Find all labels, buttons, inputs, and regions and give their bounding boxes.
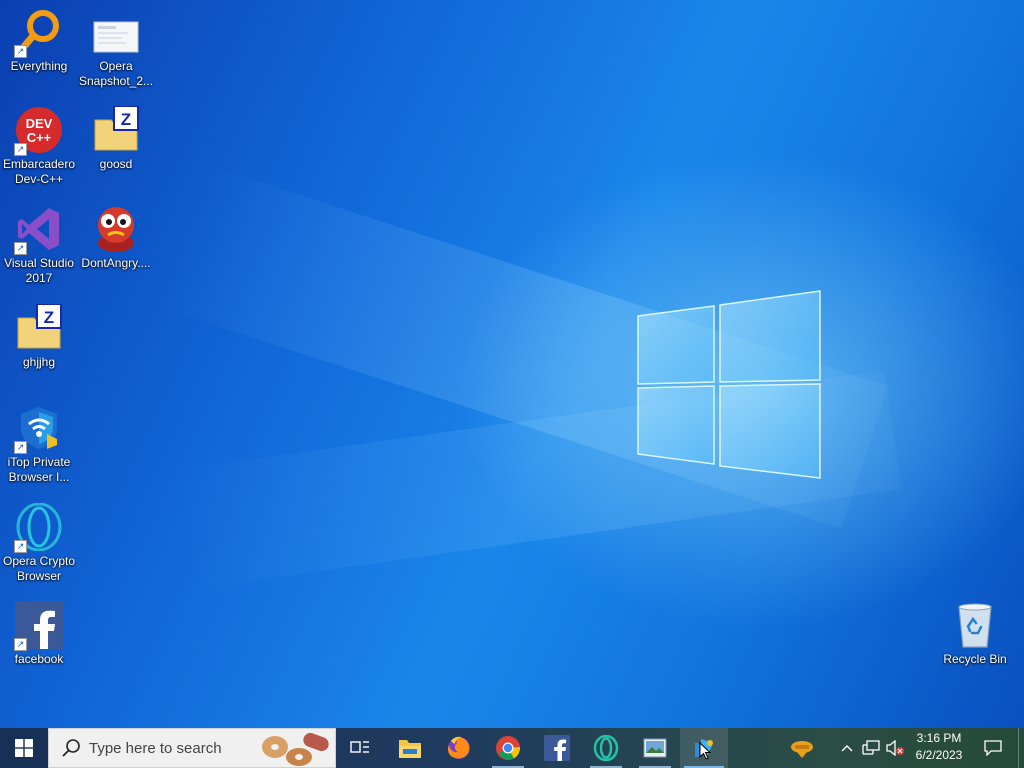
network-button[interactable] xyxy=(860,728,882,768)
shortcut-arrow-icon: ↗ xyxy=(14,540,27,553)
volume-button[interactable] xyxy=(884,728,906,768)
shortcut-arrow-icon: ↗ xyxy=(14,638,27,651)
desktop-icon-visual-studio[interactable]: ↗ Visual Studio 2017 xyxy=(0,205,78,286)
windows-start-icon xyxy=(15,739,33,757)
desktop-icon-label: iTop Private Browser I... xyxy=(7,455,71,484)
windows-logo-wallpaper xyxy=(637,290,821,479)
clock[interactable]: 3:16 PM 6/2/2023 xyxy=(906,730,972,764)
desktop-icon-goosd[interactable]: Z goosd xyxy=(77,105,155,172)
svg-text:C++: C++ xyxy=(27,130,52,145)
svg-text:Z: Z xyxy=(44,308,54,327)
taskbar: 3:16 PM 6/2/2023 xyxy=(0,728,1024,768)
recycle-bin-icon xyxy=(958,603,992,648)
desktop-icon-label: facebook xyxy=(14,652,64,666)
task-view-icon xyxy=(350,741,369,753)
show-hidden-icons-button[interactable] xyxy=(836,728,858,768)
desktop-icon-recycle-bin[interactable]: Recycle Bin xyxy=(936,601,1014,667)
start-button[interactable] xyxy=(0,728,48,768)
desktop-icon-facebook[interactable]: ↗ facebook xyxy=(0,601,78,667)
photo-viewer-icon xyxy=(643,738,667,758)
tray-app-icon[interactable] xyxy=(786,728,818,768)
desktop-icon-label: Embarcadero Dev-C++ xyxy=(2,157,76,186)
chevron-up-icon xyxy=(841,745,853,752)
donut-search-highlight-icon xyxy=(262,732,329,766)
search-box[interactable] xyxy=(48,728,336,768)
taskbar-firefox[interactable] xyxy=(435,728,483,768)
svg-text:Z: Z xyxy=(121,110,131,129)
desktop-icon-ghjjhg[interactable]: Z ghjjhg xyxy=(0,303,78,370)
desktop[interactable]: ↗ Everything Opera Snapshot_2... DEV C++… xyxy=(0,0,1024,728)
desktop-icon-label: Recycle Bin xyxy=(943,652,1007,666)
desktop-icon-opera-snapshot[interactable]: Opera Snapshot_2... xyxy=(77,8,155,89)
zip-folder-icon: Z xyxy=(94,105,139,151)
taskbar-chrome[interactable] xyxy=(484,728,532,768)
task-view-button[interactable] xyxy=(336,728,384,768)
shortcut-arrow-icon: ↗ xyxy=(14,242,27,255)
folder-icon xyxy=(399,740,421,758)
shortcut-arrow-icon: ↗ xyxy=(14,143,27,156)
desktop-icon-label: Everything xyxy=(10,59,68,73)
search-icon xyxy=(62,739,80,757)
svg-text:DEV: DEV xyxy=(26,116,53,131)
firefox-icon xyxy=(447,736,470,759)
zip-folder-icon: Z xyxy=(17,303,62,349)
opera-icon xyxy=(593,735,619,761)
speaker-muted-icon xyxy=(886,740,904,756)
search-input[interactable] xyxy=(87,738,261,758)
desktop-icon-label: ghjjhg xyxy=(22,355,56,369)
desktop-icon-label: Opera Snapshot_2... xyxy=(78,59,154,88)
network-wired-icon xyxy=(862,740,880,755)
cloud-app-icon xyxy=(791,741,813,758)
desktop-icon-everything[interactable]: ↗ Everything xyxy=(0,8,78,74)
notification-icon xyxy=(984,740,1002,756)
taskbar-photo-viewer[interactable] xyxy=(631,728,679,768)
shortcut-arrow-icon: ↗ xyxy=(14,45,27,58)
desktop-icon-label: DontAngry.... xyxy=(81,256,151,270)
chrome-icon xyxy=(496,736,520,760)
taskbar-file-explorer[interactable] xyxy=(386,728,434,768)
desktop-icon-devcpp[interactable]: DEV C++ ↗ Embarcadero Dev-C++ xyxy=(0,106,78,187)
taskbar-opera[interactable] xyxy=(582,728,630,768)
desktop-icon-opera-crypto[interactable]: ↗ Opera Crypto Browser xyxy=(0,502,78,584)
clock-time: 3:16 PM xyxy=(916,731,962,745)
desktop-icon-dontangry[interactable]: DontAngry.... xyxy=(77,205,155,271)
shortcut-arrow-icon: ↗ xyxy=(14,441,27,454)
facebook-icon xyxy=(544,735,570,761)
taskbar-facebook[interactable] xyxy=(533,728,581,768)
desktop-icon-label: Visual Studio 2017 xyxy=(4,256,74,285)
desktop-icon-itop-browser[interactable]: ↗ iTop Private Browser I... xyxy=(0,404,78,485)
game-character-icon xyxy=(98,207,134,252)
taskbar-active-app[interactable] xyxy=(680,728,728,768)
clock-date: 6/2/2023 xyxy=(915,748,963,762)
desktop-icon-label: goosd xyxy=(99,157,133,171)
show-desktop-button[interactable] xyxy=(1018,728,1024,768)
mouse-cursor-icon xyxy=(699,742,711,760)
image-file-icon xyxy=(93,21,139,53)
desktop-icon-label: Opera Crypto Browser xyxy=(2,554,76,583)
action-center-button[interactable] xyxy=(978,728,1008,768)
